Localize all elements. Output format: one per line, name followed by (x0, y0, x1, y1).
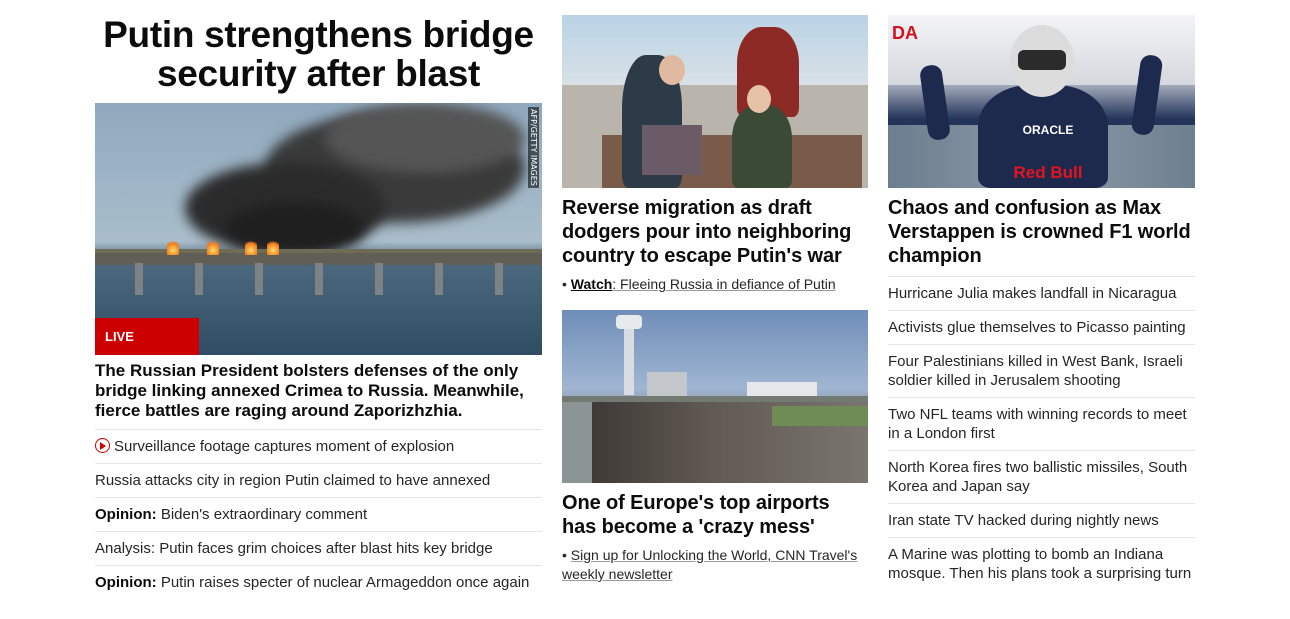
lead-related-links: Surveillance footage captures moment of … (95, 429, 542, 599)
lead-summary[interactable]: The Russian President bolsters defenses … (95, 361, 542, 421)
story-sub-watch: • Watch: Fleeing Russia in defiance of P… (562, 275, 868, 294)
brand-text: Red Bull (1013, 163, 1083, 182)
play-video-icon (95, 438, 110, 453)
list-item[interactable]: Opinion: Biden's extraordinary comment (95, 497, 542, 531)
live-updates-badge[interactable]: LIVE UPDATES (95, 318, 199, 355)
link-text[interactable]: Surveillance footage captures moment of … (114, 438, 454, 455)
link-text[interactable]: Russia attacks city in region Putin clai… (95, 472, 490, 489)
story-image-migrants[interactable] (562, 15, 868, 188)
right-column: DA ORACLE Red Bull Chaos and confusion a… (888, 0, 1195, 590)
story-title-airport[interactable]: One of Europe's top airports has become … (562, 491, 868, 539)
middle-column: Reverse migration as draft dodgers pour … (562, 0, 868, 584)
bullet: • (562, 547, 567, 563)
lead-story: Putin strengthens bridge security after … (95, 0, 542, 599)
watch-link[interactable]: : Fleeing Russia in defiance of Putin (612, 276, 835, 292)
list-item[interactable]: Four Palestinians killed in West Bank, I… (888, 344, 1195, 397)
list-item[interactable]: Analysis: Putin faces grim choices after… (95, 531, 542, 565)
opinion-label: Opinion: (95, 506, 157, 523)
list-item[interactable]: Opinion: Putin raises specter of nuclear… (95, 565, 542, 599)
opinion-label: Opinion: (95, 574, 157, 591)
list-item[interactable]: Russia attacks city in region Putin clai… (95, 463, 542, 497)
image-credit: AFP/GETTY IMAGES (528, 107, 539, 188)
list-item[interactable]: Two NFL teams with winning records to me… (888, 397, 1195, 450)
story-image-airport[interactable] (562, 310, 868, 483)
list-item[interactable]: Activists glue themselves to Picasso pai… (888, 310, 1195, 344)
list-item[interactable]: Hurricane Julia makes landfall in Nicara… (888, 276, 1195, 310)
watch-label[interactable]: Watch (571, 276, 612, 292)
newsletter-link[interactable]: Sign up for Unlocking the World, CNN Tra… (562, 547, 857, 582)
lead-image-bridge-explosion[interactable]: AFP/GETTY IMAGES LIVE UPDATES (95, 103, 542, 355)
banner-text: DA (892, 23, 918, 43)
list-item[interactable]: North Korea fires two ballistic missiles… (888, 450, 1195, 503)
list-item[interactable]: A Marine was plotting to bomb an Indiana… (888, 537, 1195, 590)
headline-list: Hurricane Julia makes landfall in Nicara… (888, 276, 1195, 590)
link-text[interactable]: Putin raises specter of nuclear Armagedd… (161, 574, 530, 591)
list-item[interactable]: Iran state TV hacked during nightly news (888, 503, 1195, 537)
sponsor-text: ORACLE (1022, 123, 1074, 137)
link-text[interactable]: Analysis: Putin faces grim choices after… (95, 540, 493, 557)
story-title-verstappen[interactable]: Chaos and confusion as Max Verstappen is… (888, 196, 1195, 268)
link-text[interactable]: Biden's extraordinary comment (161, 506, 367, 523)
list-item[interactable]: Surveillance footage captures moment of … (95, 429, 542, 463)
lead-headline[interactable]: Putin strengthens bridge security after … (95, 15, 542, 93)
story-title-migration[interactable]: Reverse migration as draft dodgers pour … (562, 196, 868, 268)
story-sub-newsletter: • Sign up for Unlocking the World, CNN T… (562, 546, 868, 584)
story-image-verstappen[interactable]: DA ORACLE Red Bull (888, 15, 1195, 188)
bullet: • (562, 276, 567, 292)
